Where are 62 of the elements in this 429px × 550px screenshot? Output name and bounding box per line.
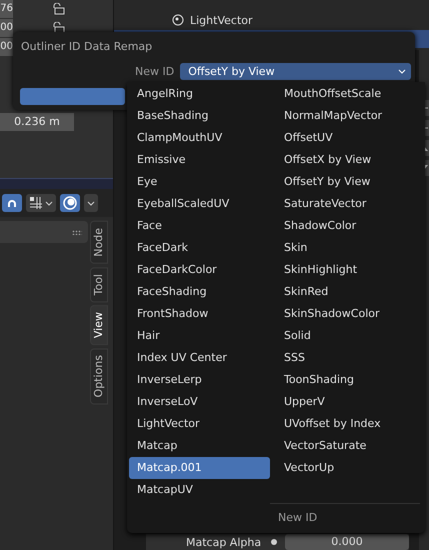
menu-item[interactable]: Matcap [129, 435, 270, 457]
menu-item[interactable]: EyeballScaledUV [129, 193, 270, 215]
sidebar-tab[interactable]: Tool [90, 266, 108, 302]
menu-item[interactable]: ToonShading [276, 369, 382, 391]
menu-item[interactable]: FrontShadow [129, 303, 270, 325]
id-dropdown[interactable]: OffsetY by View [180, 63, 412, 80]
value-field[interactable]: 00 [0, 38, 13, 56]
menu-item[interactable]: MatcapUV [129, 479, 270, 501]
circle-icon [172, 14, 184, 26]
menu-footer: New ID [270, 510, 318, 524]
menu-item[interactable]: ShadowColor [276, 215, 382, 237]
menu-item[interactable]: Solid [276, 325, 382, 347]
menu-item[interactable]: ClampMouthUV [129, 127, 270, 149]
caret-icon [397, 68, 408, 76]
menu-item[interactable]: VectorUp [276, 457, 382, 479]
caret-icon[interactable] [84, 194, 98, 212]
grid-snap-icon[interactable] [26, 194, 56, 212]
menu-item[interactable]: OffsetX by View [276, 149, 382, 171]
menu-item[interactable]: OffsetUV [276, 127, 382, 149]
sidebar-tab[interactable]: Options [90, 348, 108, 405]
menu-item[interactable]: SkinRed [276, 281, 382, 303]
menu-item[interactable]: SSS [276, 347, 382, 369]
menu-item[interactable]: Index UV Center [129, 347, 270, 369]
menu-item[interactable]: UVoffset by Index [276, 413, 382, 435]
lock-icon[interactable] [51, 3, 65, 15]
menu-item[interactable]: SkinHighlight [276, 259, 382, 281]
menu-item[interactable]: Face [129, 215, 270, 237]
menu-item[interactable]: VectorSaturate [276, 435, 382, 457]
menu-item[interactable]: OffsetY by View [276, 171, 382, 193]
property-label: Matcap Alpha [186, 536, 262, 548]
outliner-label: LightVector [190, 14, 253, 26]
sidebar-tab[interactable]: View [90, 305, 108, 346]
menu-item[interactable]: Hair [129, 325, 270, 347]
overlay-sphere-icon[interactable] [60, 194, 80, 212]
sidebar-tab[interactable]: Node [90, 221, 108, 264]
magnet-icon[interactable] [2, 194, 22, 212]
keyframe-dot-icon[interactable] [271, 539, 278, 545]
menu-item[interactable]: AngelRing [129, 83, 270, 105]
lock-icon[interactable] [51, 22, 65, 34]
menu-item[interactable]: UpperV [276, 391, 382, 413]
value-field[interactable]: 76 [0, 0, 13, 18]
grip-icon[interactable] [72, 230, 82, 234]
menu-item[interactable]: InverseLerp [129, 369, 270, 391]
menu-item[interactable]: FaceDark [129, 237, 270, 259]
dialog-title: Outliner ID Data Remap [21, 40, 152, 53]
value-field[interactable]: 0.000 [285, 534, 409, 550]
value-field[interactable]: 00 [0, 19, 13, 37]
menu-item[interactable]: Eye [129, 171, 270, 193]
menu-item[interactable]: LightVector [129, 413, 270, 435]
menu-item[interactable]: FaceDarkColor [129, 259, 270, 281]
menu-item[interactable]: InverseLoV [129, 391, 270, 413]
value-field[interactable]: 0.236 m [0, 113, 74, 131]
menu-item[interactable]: NormalMapVector [276, 105, 382, 127]
menu-item[interactable]: BaseShading [129, 105, 270, 127]
menu-item[interactable]: Emissive [129, 149, 270, 171]
field-label: New ID [135, 65, 174, 78]
menu-item[interactable]: SaturateVector [276, 193, 382, 215]
menu-item[interactable]: FaceShading [129, 281, 270, 303]
menu-item[interactable]: MouthOffsetScale [276, 83, 382, 105]
menu-item[interactable]: Matcap.001 [129, 457, 270, 479]
menu-item[interactable]: SkinShadowColor [276, 303, 382, 325]
menu-item[interactable]: Skin [276, 237, 382, 259]
